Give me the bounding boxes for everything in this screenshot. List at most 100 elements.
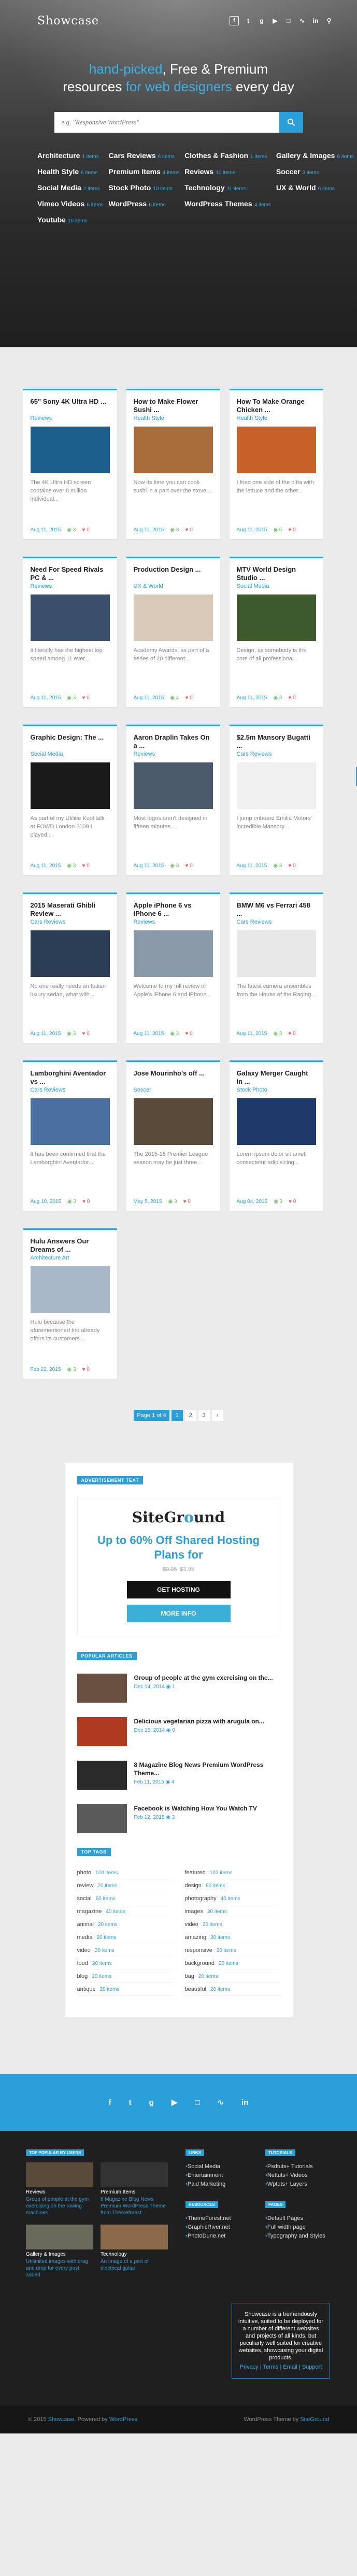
category-link[interactable]: Youtube 10 items — [37, 216, 104, 224]
google-plus-icon[interactable]: g — [149, 2098, 154, 2107]
post-title[interactable]: Jose Mourinho's off ... — [134, 1069, 213, 1086]
post-card[interactable]: Production Design ... UX & World Academy A… — [126, 557, 220, 707]
popular-item[interactable]: Delicious vegetarian pizza with arugula … — [77, 1717, 280, 1746]
post-category[interactable]: Reviews — [134, 919, 213, 925]
category-link[interactable]: Stock Photo 10 items — [109, 183, 180, 192]
footer-thumb-title[interactable]: An image of a part of electrical guitar — [101, 2258, 168, 2272]
rss-icon[interactable]: ∿ — [298, 17, 306, 24]
footer-tutorial-link[interactable]: Psdtuts+ Tutorials — [265, 2162, 327, 2171]
popular-title[interactable]: Delicious vegetarian pizza with arugula … — [134, 1717, 264, 1725]
post-title[interactable]: How to Make Flower Sushi ... — [134, 398, 213, 414]
post-thumbnail[interactable] — [236, 427, 316, 473]
footer-thumb-item[interactable]: Technology An image of a part of electric… — [101, 2225, 168, 2278]
footer-tutorial-link[interactable]: Nettuts+ Videos — [265, 2171, 327, 2180]
category-link[interactable]: WordPress Themes 4 items — [184, 200, 271, 208]
footer-resource-link[interactable]: PhotoDune.net — [185, 2232, 248, 2241]
post-thumbnail[interactable] — [236, 1098, 316, 1145]
footer-page-link[interactable]: Typography and Styles — [265, 2232, 327, 2241]
tag-link[interactable]: bag 20 items — [184, 1970, 280, 1983]
footer-tutorial-link[interactable]: Wptuts+ Layers — [265, 2180, 327, 2189]
tag-link[interactable]: responsive 20 items — [184, 1944, 280, 1957]
tag-link[interactable]: magazine 40 items — [77, 1905, 173, 1918]
instagram-icon[interactable]: □ — [284, 17, 293, 24]
popular-title[interactable]: Group of people at the gym exercising on… — [134, 1674, 273, 1682]
tag-link[interactable]: food 20 items — [77, 1957, 173, 1970]
post-category[interactable]: Architecture Art — [31, 1255, 110, 1261]
footer-thumb-image[interactable] — [101, 2225, 168, 2249]
more-info-button[interactable]: MORE INFO — [126, 1605, 231, 1622]
tag-link[interactable]: video 20 items — [184, 1918, 280, 1931]
popular-item[interactable]: Group of people at the gym exercising on… — [77, 1674, 280, 1703]
post-title[interactable]: How To Make Orange Chicken ... — [237, 398, 316, 414]
category-link[interactable]: Cars Reviews 6 items — [109, 151, 180, 160]
post-thumbnail[interactable] — [133, 595, 213, 641]
category-link[interactable]: UX & World 6 items — [276, 183, 354, 192]
category-link[interactable]: Health Style 6 items — [37, 167, 104, 176]
footer-thumb-title[interactable]: Unlimited images with drag and drop for … — [26, 2258, 93, 2278]
post-thumbnail[interactable] — [30, 930, 110, 977]
category-link[interactable] — [276, 200, 354, 208]
post-card[interactable]: Lamborghini Aventador vs ... Cars Reviews… — [23, 1060, 117, 1211]
tag-link[interactable]: images 30 items — [184, 1905, 280, 1918]
post-category[interactable]: Cars Reviews — [237, 751, 316, 757]
post-thumbnail[interactable] — [236, 595, 316, 641]
post-title[interactable]: 65" Sony 4K Ultra HD ... — [31, 398, 110, 414]
page-3-link[interactable]: 3 — [198, 1410, 210, 1421]
page-2-link[interactable]: 2 — [184, 1410, 196, 1421]
post-category[interactable]: UX & World — [134, 583, 213, 589]
popular-thumbnail[interactable] — [77, 1674, 127, 1703]
category-link[interactable]: Soccer 3 items — [276, 167, 354, 176]
post-category[interactable]: Stock Photo — [237, 1087, 316, 1093]
tag-link[interactable]: video 20 items — [77, 1944, 173, 1957]
category-link[interactable]: Premium Items 4 items — [109, 167, 180, 176]
twitter-icon[interactable]: t — [244, 17, 252, 24]
page-1-link[interactable]: 1 — [171, 1410, 183, 1421]
post-category[interactable]: Soccer — [134, 1087, 213, 1093]
search-input[interactable] — [54, 112, 279, 133]
footer-thumb-item[interactable]: Reviews Group of people at the gym exerci… — [26, 2162, 93, 2216]
post-title[interactable]: BMW M6 vs Ferrari 458 ... — [237, 901, 316, 918]
post-title[interactable]: MTV World Design Studio ... — [237, 565, 316, 582]
post-card[interactable]: Jose Mourinho's off ... Soccer The 2015-16… — [126, 1060, 220, 1211]
popular-title[interactable]: 8 Magazine Blog News Premium WordPress T… — [134, 1761, 280, 1777]
post-card[interactable]: BMW M6 vs Ferrari 458 ... Cars Reviews The… — [229, 893, 323, 1043]
popular-thumbnail[interactable] — [77, 1804, 127, 1833]
popular-thumbnail[interactable] — [77, 1717, 127, 1746]
tag-link[interactable]: antique 20 items — [77, 1983, 173, 1996]
credit-siteground-link[interactable]: SiteGround — [300, 2416, 329, 2423]
tag-link[interactable]: background 20 items — [184, 1957, 280, 1970]
post-thumbnail[interactable] — [30, 595, 110, 641]
popular-item[interactable]: 8 Magazine Blog News Premium WordPress T… — [77, 1761, 280, 1790]
post-title[interactable]: Graphic Design: The ... — [31, 733, 110, 750]
tag-link[interactable]: amazing 20 items — [184, 1931, 280, 1944]
footer-thumb-image[interactable] — [26, 2162, 93, 2187]
post-title[interactable]: Need For Speed Rivals PC & ... — [31, 565, 110, 582]
site-logo[interactable]: Showcase. — [37, 15, 103, 27]
tag-link[interactable]: media 20 items — [77, 1931, 173, 1944]
post-category[interactable]: Health Style — [134, 415, 213, 421]
footer-thumb-image[interactable] — [101, 2162, 168, 2187]
twitter-icon[interactable]: t — [129, 2098, 132, 2107]
post-card[interactable]: Apple iPhone 6 vs iPhone 6 ... Reviews Wel… — [126, 893, 220, 1043]
post-category[interactable]: Health Style — [237, 415, 316, 421]
tag-link[interactable]: design 60 items — [184, 1879, 280, 1892]
post-title[interactable]: Lamborghini Aventador vs ... — [31, 1069, 110, 1086]
footer-link[interactable]: Entertainment — [185, 2171, 248, 2180]
tag-link[interactable]: photo 120 items — [77, 1866, 173, 1879]
footer-thumb-title[interactable]: Group of people at the gym exercising on… — [26, 2196, 93, 2216]
tag-link[interactable]: featured 102 items — [184, 1866, 280, 1879]
google-plus-icon[interactable]: g — [258, 17, 266, 24]
post-card[interactable]: $2.5m Mansory Bugatti ... Cars Reviews I j… — [229, 725, 323, 875]
post-title[interactable]: Hulu Answers Our Dreams of ... — [31, 1237, 110, 1254]
footer-resource-link[interactable]: GraphicRiver.net — [185, 2223, 248, 2232]
popular-thumbnail[interactable] — [77, 1761, 127, 1790]
linkedin-icon[interactable]: in — [311, 17, 320, 24]
post-thumbnail[interactable] — [133, 1098, 213, 1145]
get-hosting-button[interactable]: GET HOSTING — [126, 1581, 231, 1598]
post-card[interactable]: How to Make Flower Sushi ... Health Style… — [126, 389, 220, 539]
post-card[interactable]: Hulu Answers Our Dreams of ... Architectu… — [23, 1228, 117, 1379]
post-title[interactable]: Galaxy Merger Caught in ... — [237, 1069, 316, 1086]
facebook-icon[interactable]: f — [109, 2098, 111, 2107]
post-category[interactable]: Social Media — [237, 583, 316, 589]
post-thumbnail[interactable] — [236, 762, 316, 809]
